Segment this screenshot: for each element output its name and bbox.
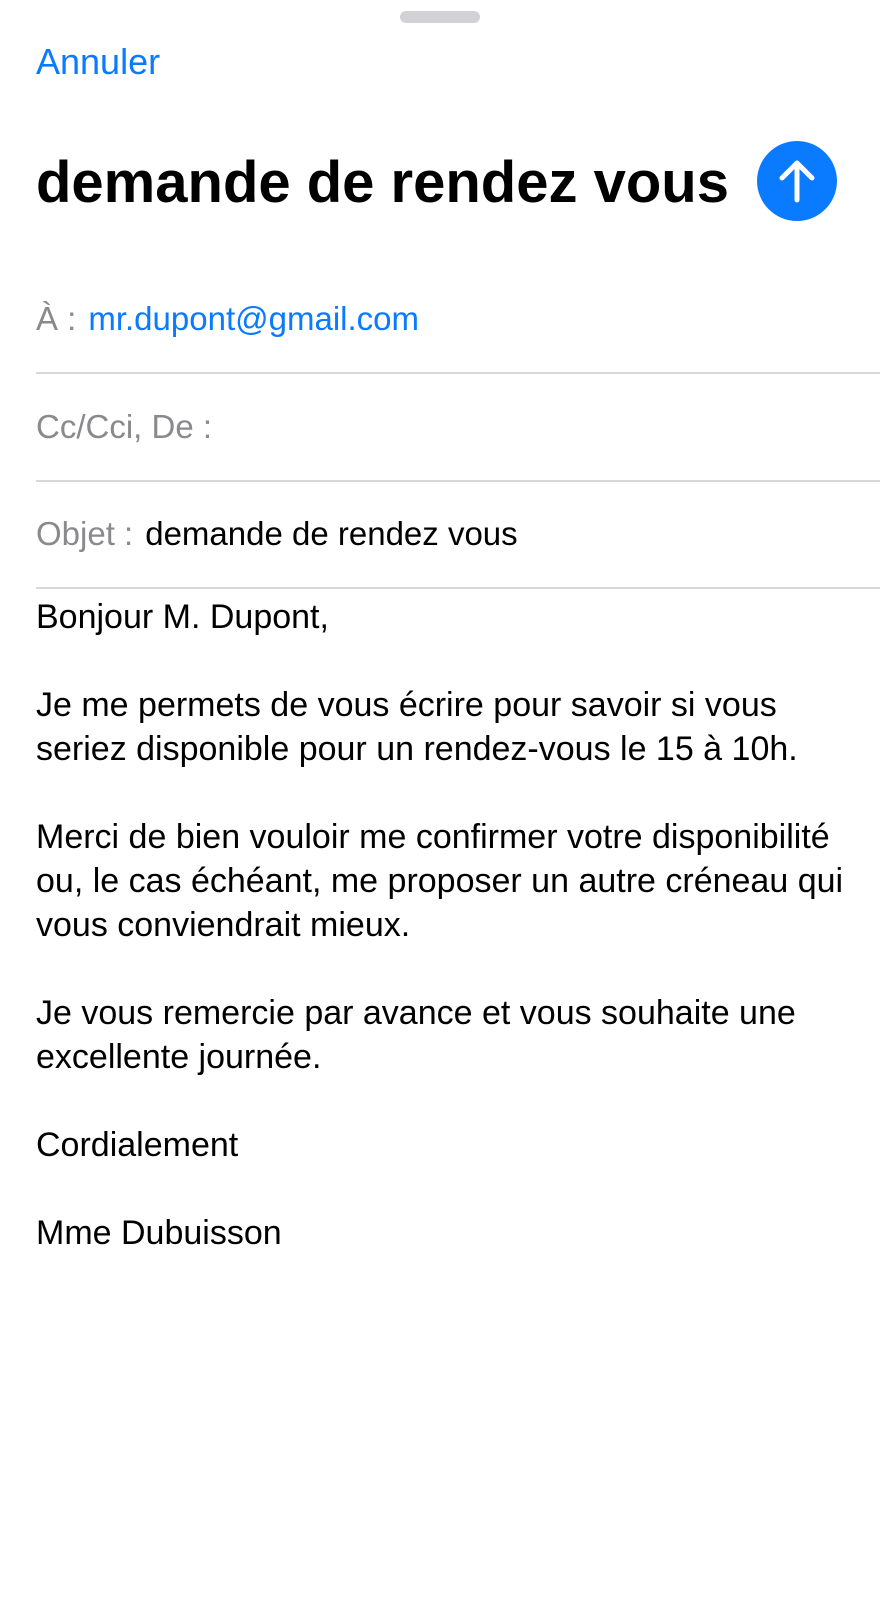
compose-title: demande de rendez vous xyxy=(36,150,729,215)
subject-field[interactable]: Objet : demande de rendez vous xyxy=(36,481,880,589)
subject-input[interactable]: demande de rendez vous xyxy=(145,515,517,553)
mail-compose-sheet: Annuler demande de rendez vous À : mr.du… xyxy=(0,0,880,1600)
to-field[interactable]: À : mr.dupont@gmail.com xyxy=(36,266,880,374)
signature: Mme Dubuisson xyxy=(36,1214,282,1252)
body-paragraph: Cordialement xyxy=(36,1126,239,1164)
body-paragraph: Merci de bien vouloir me confirmer votre… xyxy=(36,818,844,944)
cc-bcc-from-label: Cc/Cci, De : xyxy=(36,408,213,445)
body-paragraph: Je vous remercie par avance et vous souh… xyxy=(36,994,796,1076)
to-label: À : xyxy=(36,300,77,337)
arrow-up-icon xyxy=(777,158,817,204)
subject-label: Objet : xyxy=(36,515,134,552)
send-button[interactable] xyxy=(757,141,837,221)
cancel-button[interactable]: Annuler xyxy=(36,40,160,84)
body-paragraph: Bonjour M. Dupont, xyxy=(36,598,329,636)
recipient-address[interactable]: mr.dupont@gmail.com xyxy=(88,300,419,338)
message-body[interactable]: Bonjour M. Dupont, Je me permets de vous… xyxy=(36,595,866,1299)
sheet-grabber[interactable] xyxy=(400,11,480,23)
body-paragraph: Je me permets de vous écrire pour savoir… xyxy=(36,686,798,768)
cc-bcc-from-field[interactable]: Cc/Cci, De : xyxy=(36,374,880,482)
